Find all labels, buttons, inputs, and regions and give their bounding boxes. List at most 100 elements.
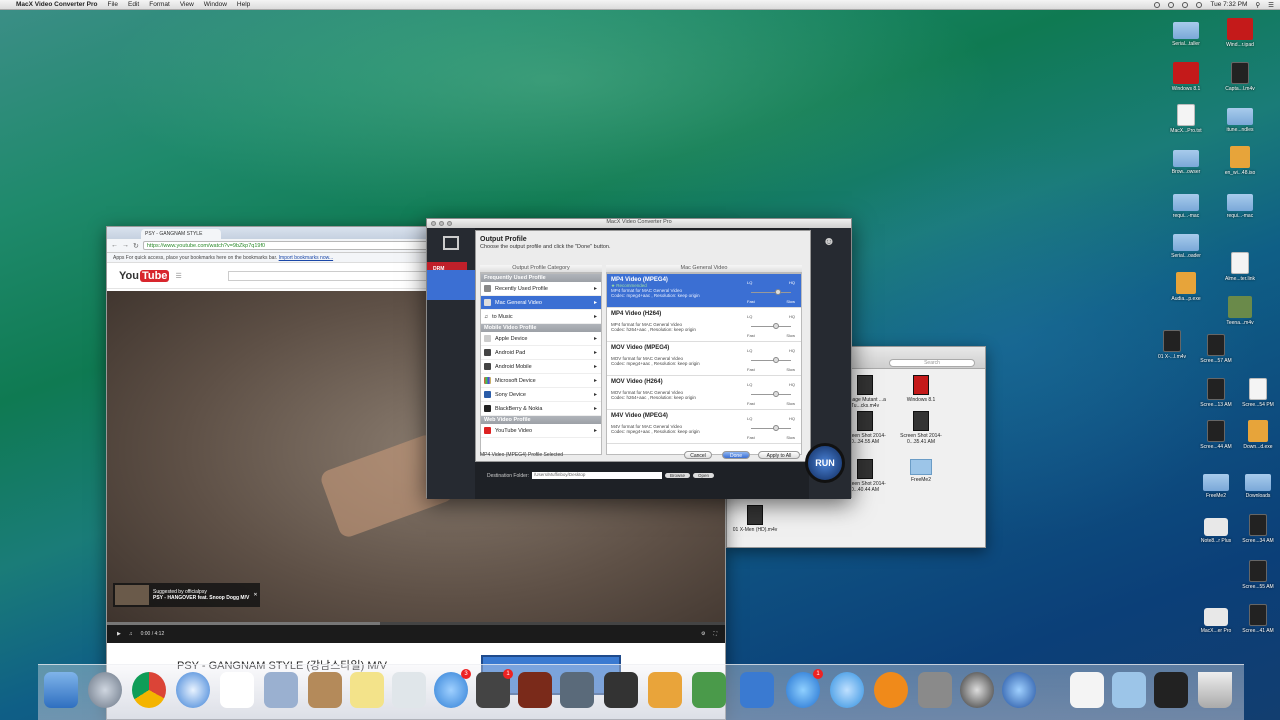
desktop-icon[interactable]: MacX...er Pro [1196,604,1236,634]
document-dock-icon[interactable] [1070,672,1104,708]
desktop-icon[interactable]: Windows 8.1 [1166,62,1206,92]
volume-icon[interactable]: ♫ [129,631,133,637]
menu-clock[interactable]: Tue 7:32 PM [1210,1,1247,8]
category-android-mobile[interactable]: Android Mobile ▸ [481,360,601,374]
desktop-icon[interactable]: requi...-mac [1220,190,1260,219]
trash-dock-icon[interactable] [1198,672,1232,708]
category-recently-used[interactable]: Recently Used Profile ▸ [481,282,601,296]
desktop-icon[interactable]: itune...ndles [1220,104,1260,133]
desktop-icon[interactable]: 01 X-...l.m4v [1152,330,1192,360]
minimize-window-icon[interactable] [439,221,444,226]
menu-app-name[interactable]: MacX Video Converter Pro [16,1,98,8]
volume-icon[interactable] [1196,1,1203,8]
reload-icon[interactable]: ↻ [133,242,139,250]
contacts-dock-icon[interactable] [308,672,342,708]
notes-dock-icon[interactable] [350,672,384,708]
desktop-icon[interactable]: Note8...r Plus [1196,514,1236,544]
slider-knob[interactable] [773,323,779,329]
finder-item[interactable]: Screen Shot 2014-0...35.41 AM [895,411,947,445]
desktop-icon[interactable]: Scree...13 AM [1196,378,1236,408]
back-icon[interactable]: ← [111,242,118,249]
menu-file[interactable]: File [108,1,118,8]
safari-dock-icon[interactable] [176,672,210,708]
system-preferences-dock-icon[interactable] [918,672,952,708]
desktop-icon[interactable]: Down...d.exe [1238,420,1278,450]
desktop-icon[interactable]: Serial...taller [1166,18,1206,47]
desktop-icon[interactable]: Audia...p.exe [1166,272,1206,302]
open-button[interactable]: Open [692,473,714,478]
desktop-icon[interactable]: Capta...l.m4v [1220,62,1260,92]
spotlight-icon[interactable]: ⚲ [1255,1,1260,9]
notification-icon[interactable]: ☰ [1268,1,1274,9]
destination-field[interactable]: /Users/Muffinboy/Desktop [531,472,662,479]
numbers-dock-icon[interactable] [692,672,726,708]
facetime-dock-icon[interactable]: 1 [476,669,513,708]
itunes-dock-icon[interactable] [830,672,864,708]
suggested-video[interactable]: Suggested by officialpsy PSY - HANGOVER … [113,583,260,607]
settings-icon[interactable]: ⚙ [701,631,705,637]
profile-item[interactable]: MOV Video (MPEG4) MOV format for MAC Gen… [607,342,801,376]
quality-slider[interactable]: LQ HQ Fast Slow [747,314,795,338]
apply-to-all-button[interactable]: Apply to All [758,451,800,459]
browser-tab[interactable]: PSY - GANGNAM STYLE [141,229,221,239]
menu-window[interactable]: Window [204,1,227,8]
slider-knob[interactable] [773,425,779,431]
slider-knob[interactable] [773,391,779,397]
close-window-icon[interactable] [431,221,436,226]
slider-knob[interactable] [773,357,779,363]
menu-format[interactable]: Format [149,1,170,8]
cancel-button[interactable]: Cancel [684,451,712,459]
category-apple-device[interactable]: Apple Device ▸ [481,332,601,346]
profile-item[interactable]: M4V Video (MPEG4) M4V format for MAC Gen… [607,410,801,444]
quality-slider[interactable]: LQ HQ Fast Slow [747,348,795,372]
zoom-window-icon[interactable] [447,221,452,226]
stack-dock-icon[interactable] [1154,672,1188,708]
messages-dock-icon[interactable]: 3 [434,669,471,708]
desktop-icon[interactable]: en_wi...48.iso [1220,146,1260,176]
finalcut-dock-icon[interactable] [604,672,638,708]
slider-knob[interactable] [775,289,781,295]
play-icon[interactable]: ▶ [117,631,121,637]
category-sony-device[interactable]: Sony Device ▸ [481,388,601,402]
youtube-logo[interactable]: You Tube [119,269,170,282]
add-video-icon[interactable] [443,236,459,250]
preview-dock-icon[interactable] [392,672,426,708]
chrome-dock-icon[interactable] [132,672,166,708]
category-android-pad[interactable]: Android Pad ▸ [481,346,601,360]
desktop-icon[interactable]: Brow...owser [1166,146,1206,175]
apps-dock-icon[interactable] [220,672,254,708]
quicktime-dock-icon[interactable] [1002,672,1036,708]
keynote-dock-icon[interactable] [740,672,774,708]
desktop-icon[interactable]: Downloads [1238,470,1278,499]
finder-item[interactable]: Windows 8.1 [895,375,947,403]
profile-item[interactable]: MOV Video (H264) MOV format for MAC Gene… [607,376,801,410]
desktop-icon[interactable]: MacX...Pro.txt [1166,104,1206,134]
finder-item[interactable]: 01 X-Men (HD).m4v [729,505,781,533]
quality-slider[interactable]: LQ HQ Fast Slow [747,280,795,304]
status-icon[interactable] [1154,1,1161,8]
finder-item[interactable]: FreeMe2 [895,459,947,483]
quality-slider[interactable]: LQ HQ Fast Slow [747,416,795,440]
category-microsoft-device[interactable]: Microsoft Device ▸ [481,374,601,388]
mail-dock-icon[interactable] [264,672,298,708]
desktop-icon[interactable]: Scree...41 AM [1238,604,1278,634]
menu-edit[interactable]: Edit [128,1,139,8]
desktop-icon[interactable]: FreeMe2 [1196,470,1236,499]
quality-slider[interactable]: LQ HQ Fast Slow [747,382,795,406]
appstore-dock-icon[interactable]: 1 [786,669,823,708]
menu-help[interactable]: Help [237,1,250,8]
desktop-icon[interactable]: Alme...ter.link [1220,252,1260,282]
profile-item[interactable]: MP4 Video (H264) MP4 format for MAC Gene… [607,308,801,342]
profile-icon[interactable]: ☻ [820,234,838,248]
category-blackberry-nokia[interactable]: BlackBerry & Nokia ▸ [481,402,601,416]
run-button[interactable]: RUN [805,443,845,483]
desktop-icon[interactable]: Scree...54 PM [1238,378,1278,408]
pages-dock-icon[interactable] [648,672,682,708]
desktop-icon[interactable]: Scree...34 AM [1238,514,1278,544]
close-icon[interactable]: ✕ [253,592,257,598]
desktop-icon[interactable]: Wind...r.ipad [1220,18,1260,48]
desktop-icon[interactable]: Teena...m4v [1220,296,1260,326]
macx-dock-icon[interactable] [960,672,994,708]
ibooks-dock-icon[interactable] [874,672,908,708]
desktop-icon[interactable]: requi...-mac [1166,190,1206,219]
